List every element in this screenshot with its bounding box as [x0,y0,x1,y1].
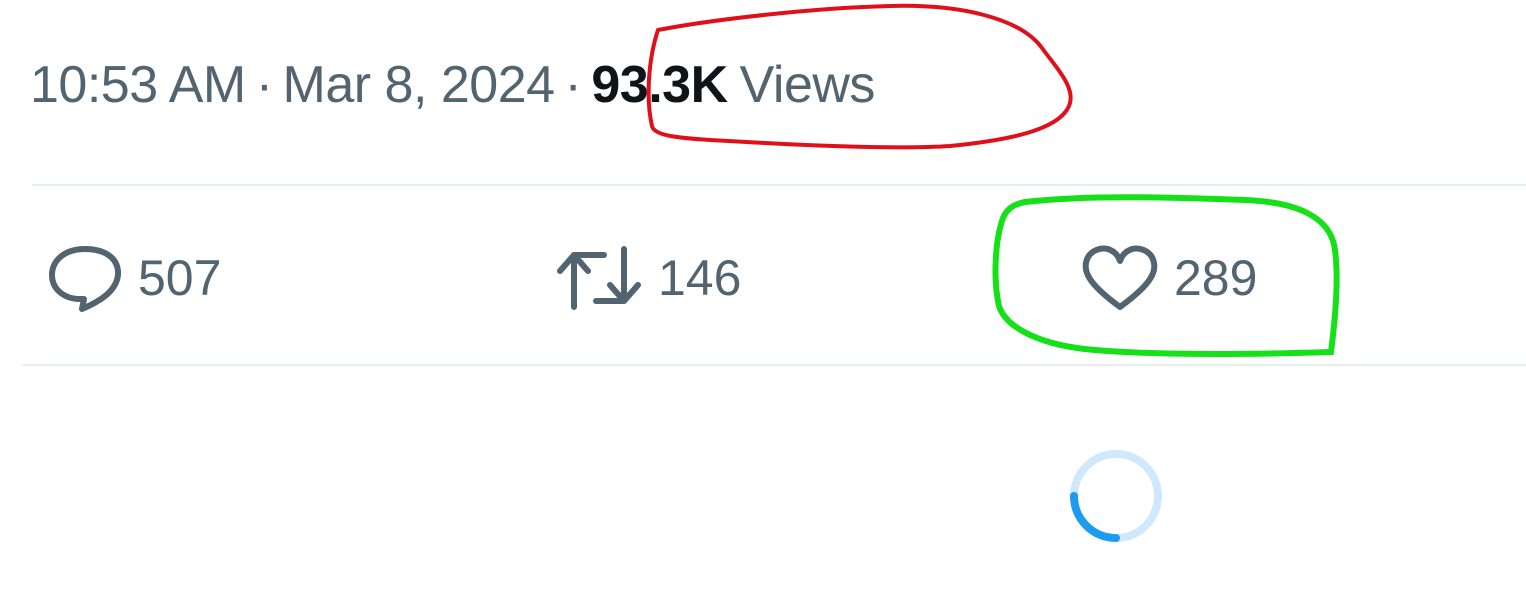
retweet-arrows-icon [556,243,644,313]
tweet-time[interactable]: 10:53 AM [30,55,246,115]
retweet-count: 146 [658,250,742,306]
reply-button[interactable]: 507 [46,240,221,316]
views-label[interactable]: Views [740,55,876,115]
divider [32,184,1526,186]
retweet-button[interactable]: 146 [556,240,741,316]
tweet-date[interactable]: Mar 8, 2024 [283,55,556,115]
meta-separator: · [255,56,273,114]
divider [22,364,1526,366]
speech-bubble-icon [46,243,124,313]
like-button[interactable]: 289 [1080,240,1257,316]
like-count: 289 [1174,250,1258,306]
loading-spinner-icon [1070,450,1162,542]
reply-count: 507 [138,250,222,306]
meta-separator: · [564,56,582,114]
tweet-meta-line: 10:53 AM · Mar 8, 2024 · 93.3K Views [30,50,875,120]
views-count[interactable]: 93.3K [591,55,728,115]
heart-icon [1080,243,1160,313]
